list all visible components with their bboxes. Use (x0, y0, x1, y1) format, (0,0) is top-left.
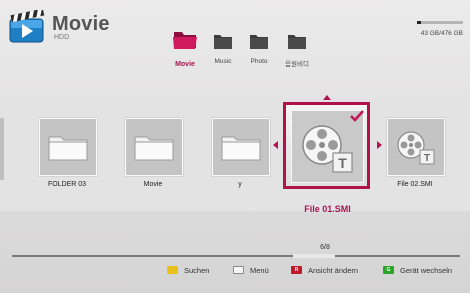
storage-text: 43 GB/476 GB (420, 30, 463, 37)
scroll-up-arrow[interactable] (323, 95, 331, 100)
device-label: HDD (54, 34, 70, 41)
list-item-selected[interactable]: T (283, 102, 370, 189)
movie-app-icon (9, 8, 46, 44)
red-key-icon: R (291, 266, 302, 274)
page-indicator: 6/8 (320, 244, 330, 251)
scroll-track (12, 255, 460, 257)
checkmark-icon (350, 109, 364, 127)
list-item-folder-03[interactable] (39, 118, 97, 176)
item-label: y (238, 181, 242, 188)
selected-item-label: File 01.SMI (304, 204, 351, 214)
svg-text:T: T (338, 155, 347, 171)
film-reel-subtitle-icon: T (392, 125, 440, 174)
folder-icon (134, 134, 174, 166)
legend-search[interactable]: Suchen (167, 265, 209, 275)
legend-change-device[interactable]: G Gerät wechseln (383, 265, 452, 275)
list-item-movie-folder[interactable] (125, 118, 183, 176)
legend-label: Menü (250, 265, 269, 275)
svg-text:T: T (424, 153, 430, 164)
scroll-right-arrow[interactable] (377, 141, 382, 149)
tab-other[interactable]: 음원비디 (275, 33, 319, 68)
item-label: FOLDER 03 (47, 181, 87, 188)
previous-item-edge (0, 118, 4, 180)
scroll-thumb[interactable] (293, 254, 335, 258)
yellow-key-icon (167, 266, 178, 274)
list-item-file-02[interactable]: T (387, 118, 445, 176)
scroll-left-arrow[interactable] (273, 141, 278, 149)
page-title: Movie (52, 13, 110, 35)
folder-icon (221, 134, 261, 166)
folder-icon (48, 134, 88, 166)
legend-change-view[interactable]: R Ansicht ändern (291, 265, 358, 275)
folder-icon (275, 33, 319, 55)
list-item-folder-y[interactable] (212, 118, 270, 176)
item-label: File 02.SMI (397, 181, 433, 188)
menu-key-icon (233, 266, 244, 274)
legend-label: Gerät wechseln (400, 265, 453, 275)
storage-bar (417, 21, 463, 24)
item-label: Movie (143, 181, 163, 188)
legend-label: Suchen (184, 265, 210, 275)
green-key-icon: G (383, 266, 394, 274)
legend-menu[interactable]: Menü (233, 265, 269, 275)
tab-other-label: 음원비디 (285, 61, 309, 68)
storage-bar-fill (417, 21, 421, 24)
legend-label: Ansicht ändern (308, 265, 359, 275)
